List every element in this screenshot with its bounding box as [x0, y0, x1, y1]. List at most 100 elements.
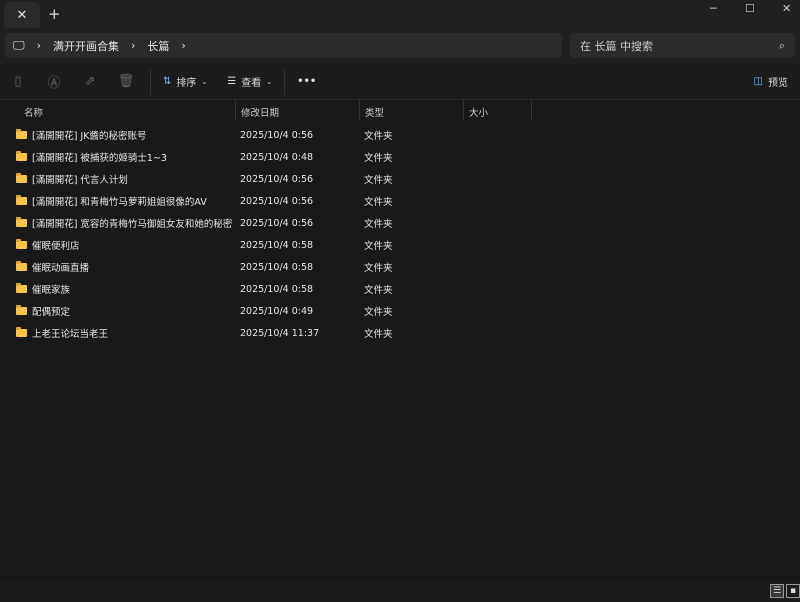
title-bar: ✕ + ─ ☐ ✕ — [0, 0, 800, 30]
column-name[interactable]: 名称 — [0, 100, 236, 120]
file-name: 催眠家族 — [32, 285, 71, 296]
file-name-cell: 上老王论坛当老王 — [0, 326, 236, 340]
file-row[interactable]: [滿開開花] 和青梅竹马萝莉姐姐很像的AV 2025/10/4 0:56 文件夹 — [0, 190, 800, 212]
file-type: 文件夹 — [364, 307, 393, 318]
file-name: 上老王论坛当老王 — [32, 329, 109, 340]
folder-icon — [16, 173, 27, 183]
file-name-cell: 配偶预定 — [0, 304, 236, 318]
file-type: 文件夹 — [364, 153, 393, 164]
file-date: 2025/10/4 0:49 — [240, 305, 314, 317]
breadcrumb-segment[interactable]: 满开开画合集 — [53, 38, 119, 54]
breadcrumb-segment[interactable]: 长篇 — [147, 38, 169, 54]
file-date: 2025/10/4 11:37 — [240, 327, 320, 339]
file-name-cell: [滿開開花] 和青梅竹马萝莉姐姐很像的AV — [0, 194, 236, 208]
column-type[interactable]: 类型 — [360, 100, 464, 120]
folder-icon — [16, 305, 27, 315]
folder-icon — [16, 151, 27, 161]
file-date: 2025/10/4 0:58 — [240, 283, 314, 295]
file-date: 2025/10/4 0:56 — [240, 217, 314, 229]
chevron-right-icon[interactable]: › — [131, 39, 135, 52]
folder-icon — [16, 283, 27, 293]
file-name: [滿開開花] 宽容的青梅竹马御姐女友和她的秘密 — [32, 219, 233, 230]
file-row[interactable]: 催眠动画直播 2025/10/4 0:58 文件夹 — [0, 256, 800, 278]
file-row[interactable]: [滿開開花] 代言人计划 2025/10/4 0:56 文件夹 — [0, 168, 800, 190]
file-name-cell: [滿開開花] 被捕获的姬骑士1~3 — [0, 150, 236, 164]
sort-icon: ⇅ — [163, 76, 172, 87]
paste-icon[interactable]: ▯ — [0, 74, 36, 89]
view-label: 查看 — [241, 78, 262, 89]
file-name: [滿開開花] 被捕获的姬骑士1~3 — [32, 153, 167, 164]
search-icon: ⌕ — [778, 38, 785, 52]
file-name-cell: 催眠便利店 — [0, 238, 236, 252]
tab-close-icon[interactable]: ✕ — [17, 8, 28, 23]
file-name: [滿開開花] 代言人计划 — [32, 175, 128, 186]
file-date: 2025/10/4 0:48 — [240, 151, 314, 163]
file-type: 文件夹 — [364, 263, 393, 274]
file-type: 文件夹 — [364, 241, 393, 252]
share-icon[interactable]: ⇗ — [72, 74, 108, 89]
column-date[interactable]: 修改日期 — [236, 100, 360, 120]
file-name-cell: [滿開開花] 宽容的青梅竹马御姐女友和她的秘密 — [0, 216, 236, 230]
preview-button[interactable]: ◫ 预览 — [754, 74, 788, 89]
sort-label: 排序 — [176, 78, 197, 89]
folder-icon — [16, 327, 27, 337]
folder-icon — [16, 239, 27, 249]
file-name-cell: [滿開開花] 代言人计划 — [0, 172, 236, 186]
address-bar[interactable]: 🖵 › 满开开画合集 › 长篇 › — [5, 33, 562, 58]
file-name: 催眠便利店 — [32, 241, 80, 252]
file-date: 2025/10/4 0:56 — [240, 195, 314, 207]
preview-pane-icon: ◫ — [753, 76, 763, 87]
file-date: 2025/10/4 0:56 — [240, 129, 314, 141]
command-bar: ▯ Ⓐ ⇗ 🗑 ⇅ 排序 ⌄ ☰ 查看 ⌄ ••• ◫ 预览 — [0, 64, 800, 100]
chevron-right-icon[interactable]: › — [37, 39, 41, 52]
column-size[interactable]: 大小 — [464, 100, 532, 120]
view-button[interactable]: ☰ 查看 ⌄ — [227, 74, 272, 89]
file-type: 文件夹 — [364, 175, 393, 186]
details-view-icon[interactable]: ☰ — [770, 584, 784, 598]
file-list: [滿開開花] JK醬的秘密账号 2025/10/4 0:56 文件夹 [滿開開花] 被… — [0, 124, 800, 344]
delete-icon[interactable]: 🗑 — [108, 74, 144, 89]
close-button[interactable]: ✕ — [782, 2, 791, 15]
chevron-right-icon[interactable]: › — [181, 39, 185, 52]
file-name-cell: 催眠动画直播 — [0, 260, 236, 274]
sort-button[interactable]: ⇅ 排序 ⌄ — [163, 74, 207, 89]
computer-icon[interactable]: 🖵 — [13, 38, 25, 53]
file-name: 配偶预定 — [32, 307, 71, 318]
address-row: 🖵 › 满开开画合集 › 长篇 › 在 长篇 中搜索 ⌕ — [0, 30, 800, 64]
file-row[interactable]: 催眠家族 2025/10/4 0:58 文件夹 — [0, 278, 800, 300]
file-name-cell: [滿開開花] JK醬的秘密账号 — [0, 128, 236, 142]
divider — [150, 68, 151, 95]
file-name: [滿開開花] 和青梅竹马萝莉姐姐很像的AV — [32, 197, 207, 208]
file-row[interactable]: 配偶预定 2025/10/4 0:49 文件夹 — [0, 300, 800, 322]
status-bar: ☰ ▪ — [0, 582, 800, 602]
chevron-down-icon: ⌄ — [201, 77, 208, 86]
folder-icon — [16, 261, 27, 271]
new-tab-button[interactable]: + — [48, 5, 61, 23]
file-row[interactable]: [滿開開花] JK醬的秘密账号 2025/10/4 0:56 文件夹 — [0, 124, 800, 146]
file-row[interactable]: 催眠便利店 2025/10/4 0:58 文件夹 — [0, 234, 800, 256]
tiles-view-icon[interactable]: ▪ — [786, 584, 800, 598]
maximize-button[interactable]: ☐ — [745, 2, 755, 15]
file-type: 文件夹 — [364, 285, 393, 296]
view-icon: ☰ — [227, 76, 237, 87]
file-row[interactable]: [滿開開花] 被捕获的姬骑士1~3 2025/10/4 0:48 文件夹 — [0, 146, 800, 168]
tab[interactable]: ✕ — [4, 2, 40, 28]
file-type: 文件夹 — [364, 219, 393, 230]
file-date: 2025/10/4 0:58 — [240, 239, 314, 251]
rename-icon[interactable]: Ⓐ — [36, 72, 72, 91]
file-type: 文件夹 — [364, 131, 393, 142]
folder-icon — [16, 129, 27, 139]
search-input[interactable]: 在 长篇 中搜索 ⌕ — [570, 33, 795, 58]
file-row[interactable]: 上老王论坛当老王 2025/10/4 11:37 文件夹 — [0, 322, 800, 344]
minimize-button[interactable]: ─ — [710, 2, 717, 15]
more-button[interactable]: ••• — [297, 76, 316, 87]
divider — [284, 68, 286, 95]
folder-icon — [16, 217, 27, 227]
file-type: 文件夹 — [364, 329, 393, 340]
file-row[interactable]: [滿開開花] 宽容的青梅竹马御姐女友和她的秘密 2025/10/4 0:56 文件夹 — [0, 212, 800, 234]
column-headers: 名称 修改日期 类型 大小 — [0, 100, 800, 120]
file-name: [滿開開花] JK醬的秘密账号 — [32, 131, 147, 142]
folder-icon — [16, 195, 27, 205]
chevron-down-icon: ⌄ — [266, 77, 273, 86]
file-type: 文件夹 — [364, 197, 393, 208]
